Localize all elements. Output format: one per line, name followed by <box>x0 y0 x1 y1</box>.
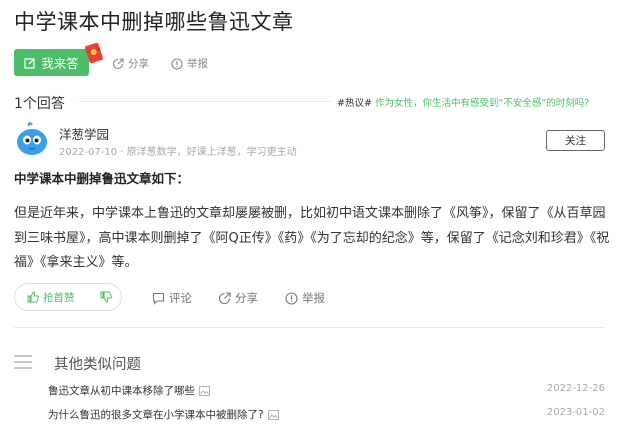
similar-question-text[interactable]: 鲁迅文章从初中课本移除了哪些 <box>48 383 195 398</box>
answer-button[interactable]: 我来答 <box>14 49 89 76</box>
hot-topic[interactable]: #热议# 作为女性，你生活中有感受到“不安全感”的时刻吗? <box>337 95 589 109</box>
hot-topic-link[interactable]: 作为女性，你生活中有感受到“不安全感”的时刻吗? <box>375 98 589 109</box>
answers-count: 1个回答 <box>14 96 65 112</box>
thumbs-up-icon <box>27 291 39 303</box>
report-answer-button[interactable]: 举报 <box>285 290 325 306</box>
divider <box>14 327 605 328</box>
similar-question-item[interactable]: 为什么鲁迅的很多文章在小学课本中被删除了? 2023-01-02 <box>48 407 605 423</box>
dislike-button[interactable] <box>91 284 121 310</box>
report-question-button[interactable]: 举报 <box>171 56 208 71</box>
divider <box>79 101 331 102</box>
image-icon <box>199 385 210 396</box>
hot-topic-tag: #热议# <box>337 98 372 109</box>
report-label: 举报 <box>302 291 325 305</box>
similar-questions-title: 其他类似问题 <box>54 357 141 373</box>
edit-icon <box>24 57 36 69</box>
red-packet-icon[interactable] <box>83 42 105 64</box>
image-icon <box>267 409 279 420</box>
share-label: 分享 <box>235 291 258 305</box>
like-button[interactable]: 抢首赞 <box>15 284 91 310</box>
avatar[interactable] <box>14 121 50 157</box>
author-name[interactable]: 洋葱学园 <box>59 124 109 143</box>
share-icon <box>112 57 124 69</box>
similar-question-text[interactable]: 为什么鲁迅的很多文章在小学课本中被删除了? <box>48 407 264 422</box>
similar-question-date: 2023-01-02 <box>546 407 605 418</box>
share-question-button[interactable]: 分享 <box>112 56 149 71</box>
comment-label: 评论 <box>169 291 192 305</box>
follow-button[interactable]: 关注 <box>546 130 605 151</box>
answer-button-label: 我来答 <box>41 56 79 71</box>
share-label: 分享 <box>128 58 149 70</box>
report-label: 举报 <box>187 58 208 70</box>
comment-button[interactable]: 评论 <box>152 290 192 306</box>
similar-question-date: 2022-12-26 <box>546 383 605 394</box>
answer-heading: 中学课本中删掉鲁迅文章如下： <box>14 171 190 186</box>
list-icon <box>14 355 32 369</box>
share-icon <box>218 291 231 304</box>
answer-body: 但是近年来，中学课本上鲁迅的文章却屡屡被删，比如初中语文课本删除了《风筝》，保留… <box>14 206 610 270</box>
vote-group: 抢首赞 <box>14 283 122 311</box>
share-answer-button[interactable]: 分享 <box>218 290 258 306</box>
like-label: 抢首赞 <box>43 291 75 304</box>
comment-icon <box>152 292 165 305</box>
thumbs-down-icon <box>100 291 112 303</box>
report-icon <box>285 291 298 305</box>
author-meta: 2022-07-10 · 原洋葱数学，好课上洋葱，学习更主动 <box>59 147 297 158</box>
report-icon <box>171 57 183 70</box>
similar-question-item[interactable]: 鲁迅文章从初中课本移除了哪些 2022-12-26 <box>48 383 605 399</box>
page-title: 中学课本中删掉哪些鲁迅文章 <box>14 10 294 34</box>
